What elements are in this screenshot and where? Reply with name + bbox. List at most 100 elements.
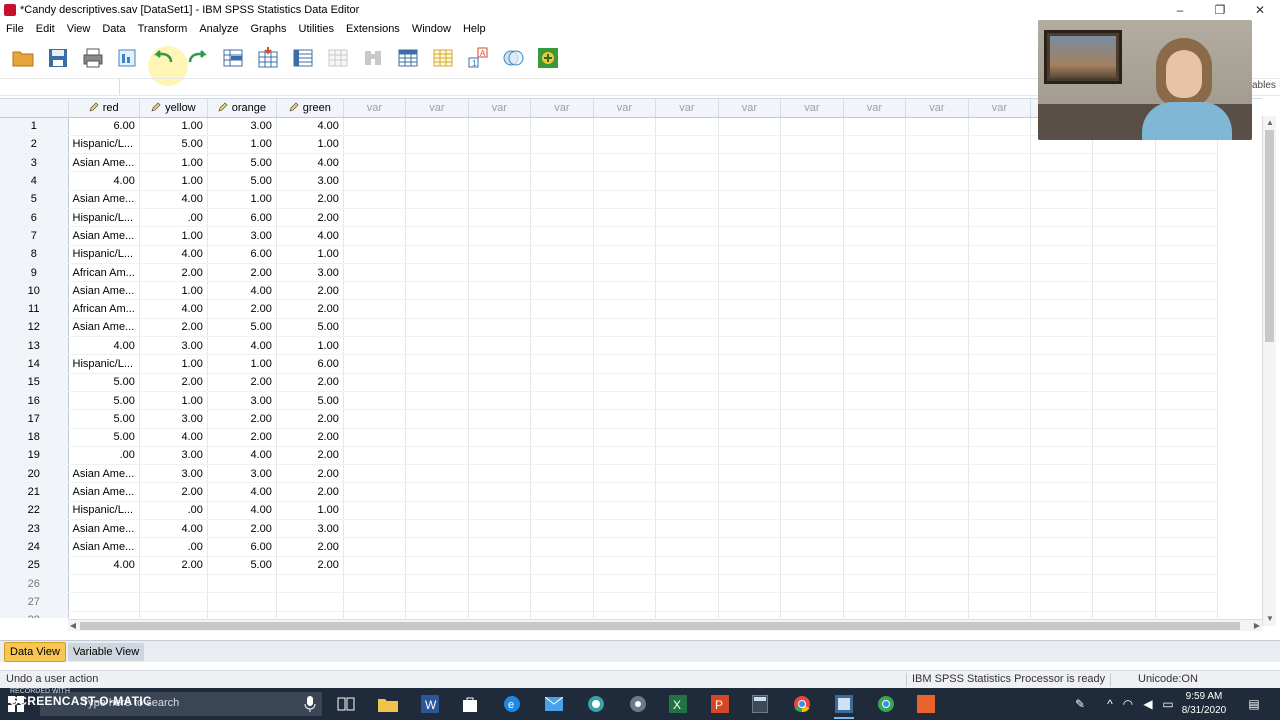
cell-empty[interactable] [405,190,469,209]
cell-orange[interactable]: 2.00 [207,409,277,429]
cell-red[interactable]: 4.00 [68,336,140,356]
cell-empty[interactable] [530,318,594,338]
scroll-down-icon[interactable]: ▼ [1265,614,1275,624]
cell-empty[interactable] [468,245,531,264]
row-number[interactable]: 23 [0,519,69,539]
cell-orange[interactable]: 1.00 [207,135,277,155]
menu-edit[interactable]: Edit [30,23,61,35]
cell-empty[interactable] [405,263,469,283]
cell-empty[interactable] [780,135,844,155]
cell-empty[interactable] [655,464,719,484]
cell-green[interactable]: 1.00 [276,245,344,264]
cell-orange[interactable]: 3.00 [207,117,277,136]
cell-empty[interactable] [780,519,844,539]
cell-green[interactable]: 2.00 [276,409,344,429]
cell-empty[interactable] [843,135,906,155]
cell-empty[interactable] [343,336,406,356]
cell-empty[interactable] [468,281,531,301]
cell-empty[interactable] [843,611,906,618]
cell-yellow[interactable]: 4.00 [139,428,208,447]
cell-red[interactable]: Asian Ame... [68,464,140,484]
column-header-var[interactable]: var [530,99,594,118]
screencast-recorder-icon[interactable] [916,694,936,714]
row-number[interactable]: 27 [0,592,69,612]
row-number[interactable]: 24 [0,537,69,557]
cell-empty[interactable] [655,446,719,466]
cell-red[interactable]: African Am... [68,263,140,283]
column-header-yellow[interactable]: yellow [139,99,208,118]
cell-empty[interactable] [1155,409,1218,429]
cell-empty[interactable] [1092,391,1156,411]
edge-icon[interactable]: e [502,694,522,714]
chrome-icon[interactable] [792,694,812,714]
cell-empty[interactable] [905,318,969,338]
cell-empty[interactable] [343,299,406,319]
go-to-variable-button[interactable] [253,44,282,72]
cell-orange[interactable]: 3.00 [207,226,277,246]
cell-empty[interactable] [468,171,531,191]
cell-empty[interactable] [718,171,781,191]
cell-empty[interactable] [655,611,719,618]
cell-empty[interactable] [905,263,969,283]
row-number[interactable]: 1 [0,117,69,136]
cell-yellow[interactable]: 1.00 [139,391,208,411]
cell-empty[interactable] [530,592,594,612]
cell-empty[interactable] [655,409,719,429]
cell-empty[interactable] [343,263,406,283]
cell-empty[interactable] [655,281,719,301]
row-number[interactable]: 19 [0,446,69,466]
cell-green[interactable]: 5.00 [276,391,344,411]
cell-empty[interactable] [1155,208,1218,228]
cell-empty[interactable] [343,171,406,191]
recall-dialog-button[interactable] [113,44,142,72]
cell-empty[interactable] [843,208,906,228]
cell-empty[interactable] [530,446,594,466]
cell-orange[interactable]: 5.00 [207,318,277,338]
cell-empty[interactable] [843,226,906,246]
cell-empty[interactable] [780,299,844,319]
show-all-variables-button[interactable] [533,44,562,72]
cell-orange[interactable]: 2.00 [207,299,277,319]
excel-icon[interactable]: X [668,694,688,714]
cell-empty[interactable] [405,373,469,392]
undo-button[interactable] [148,44,177,72]
cell-empty[interactable] [655,226,719,246]
cell-empty[interactable] [593,446,656,466]
settings-app-icon[interactable] [628,694,648,714]
cell-empty[interactable] [718,117,781,136]
cell-empty[interactable] [530,281,594,301]
taskbar-clock[interactable]: 9:59 AM 8/31/2020 [1172,690,1236,718]
cell-empty[interactable] [905,592,969,612]
cell-empty[interactable] [718,354,781,374]
cell-empty[interactable] [843,245,906,264]
cell-green[interactable]: 2.00 [276,299,344,319]
column-header-var[interactable]: var [468,99,531,118]
cell-orange[interactable] [207,592,277,612]
cell-empty[interactable] [530,464,594,484]
cell-empty[interactable] [593,299,656,319]
open-data-button[interactable] [8,44,37,72]
cell-empty[interactable] [343,391,406,411]
cell-orange[interactable]: 2.00 [207,519,277,539]
menu-extensions[interactable]: Extensions [340,23,406,35]
cell-red[interactable]: 5.00 [68,409,140,429]
cell-empty[interactable] [968,336,1031,356]
cell-red[interactable]: Hispanic/L... [68,245,140,264]
cell-empty[interactable] [843,117,906,136]
cell-green[interactable]: 1.00 [276,501,344,521]
word-icon[interactable]: W [420,694,440,714]
cell-empty[interactable] [718,135,781,155]
cell-empty[interactable] [343,537,406,557]
cell-orange[interactable]: 2.00 [207,263,277,283]
cell-empty[interactable] [1092,153,1156,173]
cell-empty[interactable] [1030,428,1093,447]
row-number[interactable]: 16 [0,391,69,411]
cell-yellow[interactable]: 2.00 [139,482,208,502]
cell-empty[interactable] [780,446,844,466]
cell-empty[interactable] [343,226,406,246]
cell-orange[interactable]: 4.00 [207,446,277,466]
cell-red[interactable] [68,592,140,612]
row-number[interactable]: 18 [0,428,69,447]
cell-green[interactable]: 2.00 [276,373,344,392]
cell-red[interactable]: 4.00 [68,556,140,575]
